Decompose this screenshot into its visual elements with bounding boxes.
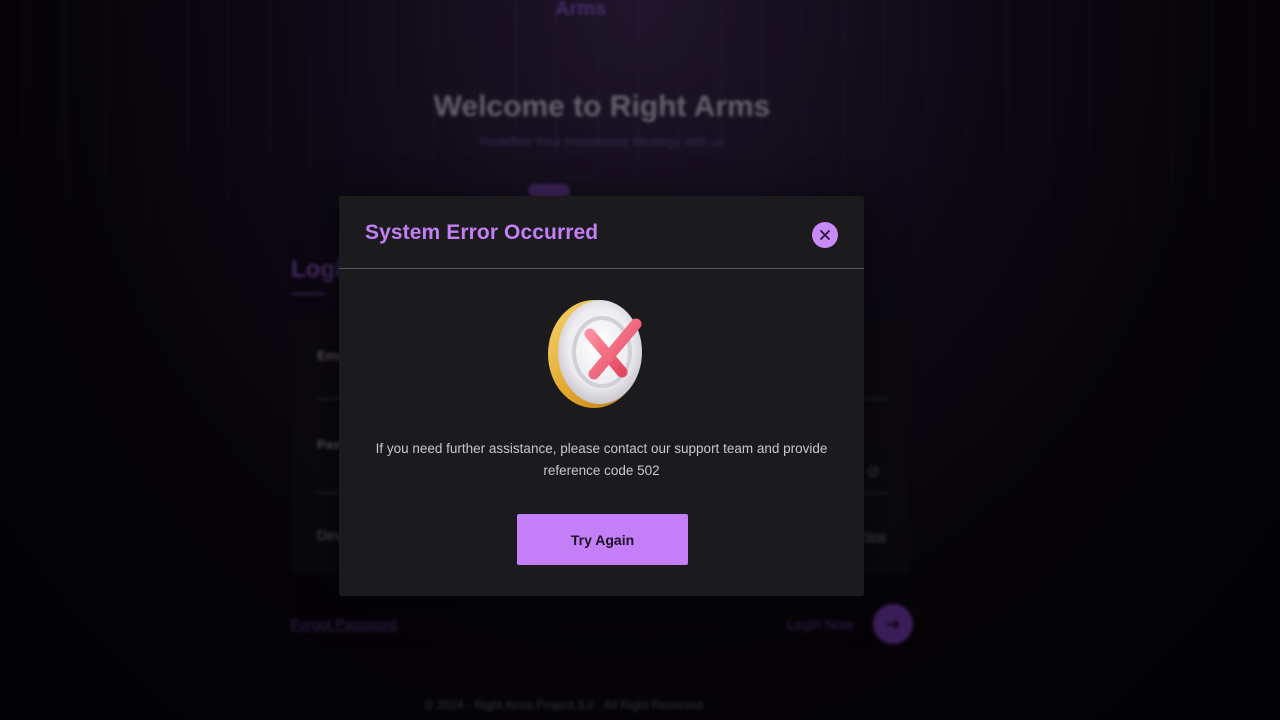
dialog-title: System Error Occurred [365,221,599,244]
dialog-message: If you need further assistance, please c… [375,441,828,478]
error-dialog: System Error Occurred If you need furthe… [339,196,864,596]
dialog-header: System Error Occurred [339,196,864,269]
close-icon [820,230,830,240]
close-button[interactable] [812,222,838,248]
try-again-button[interactable]: Try Again [517,514,688,565]
error-x-icon [548,300,642,408]
screen: Arms Welcome to Right Arms Redefine Your… [0,0,1280,720]
